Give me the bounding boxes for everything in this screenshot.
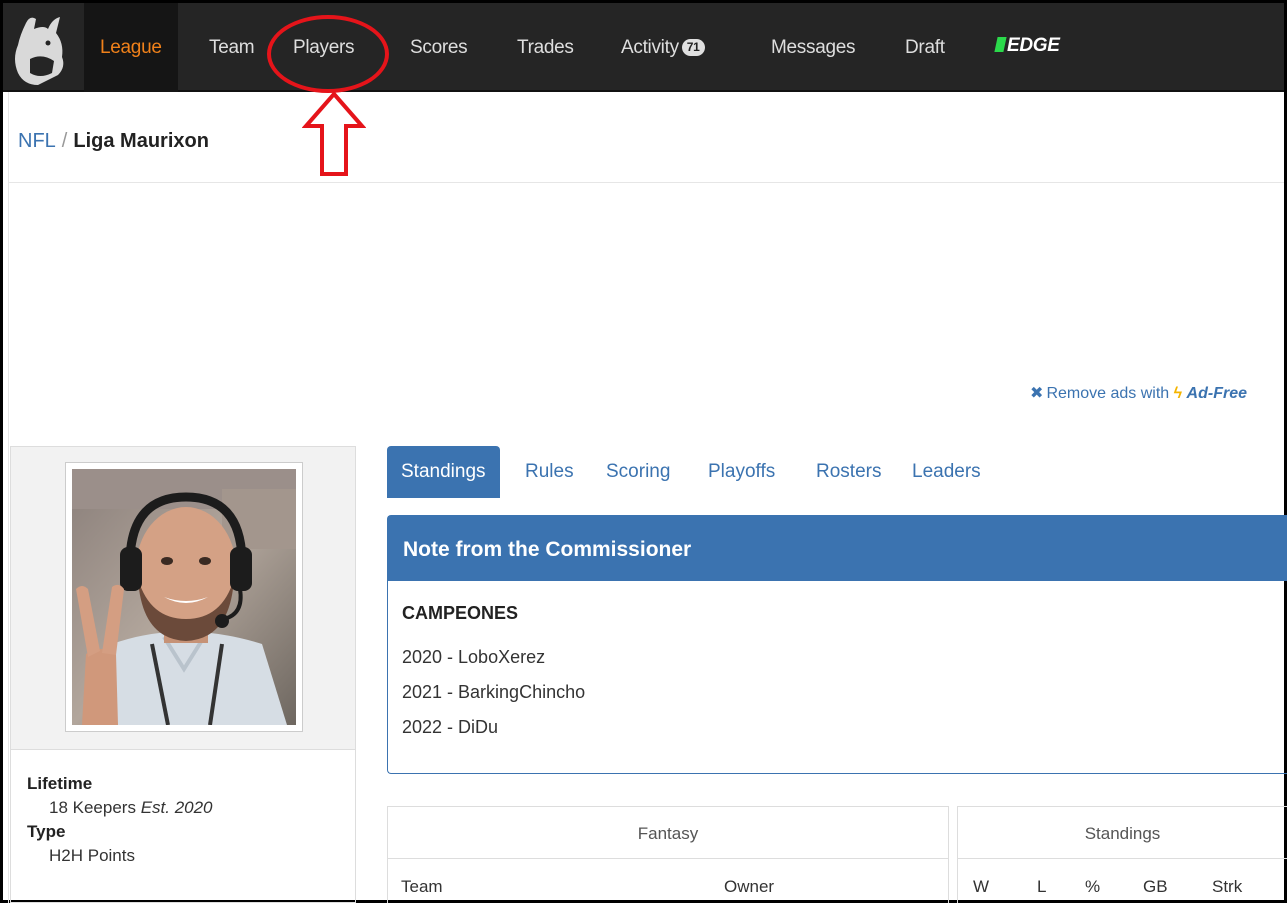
column-games-back[interactable]: GB — [1143, 877, 1168, 897]
league-avatar — [72, 469, 296, 726]
tab-scoring[interactable]: Scoring — [606, 446, 670, 498]
bolt-icon: ϟ — [1173, 385, 1183, 402]
league-photo-area — [11, 447, 355, 750]
close-icon: ✖ — [1030, 385, 1044, 402]
breadcrumb-separator: / — [61, 130, 68, 152]
standings-table-header: Standings W L % GB Strk — [957, 806, 1287, 903]
nav-league[interactable]: League — [84, 3, 178, 92]
header-divider — [8, 182, 1284, 183]
champion-line: 2022 - DiDu — [402, 717, 499, 737]
nav-scores-label: Scores — [410, 37, 468, 58]
breadcrumb-nfl-link[interactable]: NFL — [18, 130, 56, 152]
nav-messages-label: Messages — [771, 37, 856, 58]
fantasy-group-header: Fantasy — [388, 807, 948, 859]
edge-logo-icon — [994, 37, 1007, 52]
column-team[interactable]: Team — [401, 877, 443, 897]
league-info: Lifetime 18 Keepers Est. 2020 Type H2H P… — [27, 772, 213, 868]
nav-activity-label: Activity — [621, 37, 679, 58]
column-streak[interactable]: Strk — [1212, 877, 1242, 897]
nav-team[interactable]: Team — [209, 3, 255, 92]
champion-line: 2020 - LoboXerez — [402, 647, 546, 667]
ad-free-label: Ad-Free — [1186, 385, 1247, 402]
remove-ads-link[interactable]: ✖ Remove ads with ϟ Ad-Free — [1030, 383, 1247, 403]
column-owner[interactable]: Owner — [724, 877, 774, 897]
annotation-circle — [267, 15, 389, 93]
lifetime-value: 18 Keepers Est. 2020 — [27, 796, 213, 820]
league-logo-icon[interactable] — [8, 15, 70, 87]
commissioner-heading: CAMPEONES — [402, 603, 519, 623]
nav-messages[interactable]: Messages — [771, 3, 856, 92]
column-wins[interactable]: W — [973, 877, 989, 897]
tab-rosters[interactable]: Rosters — [816, 446, 881, 498]
activity-count-badge: 71 — [681, 39, 705, 56]
champion-line: 2021 - BarkingChincho — [402, 682, 586, 702]
nav-team-label: Team — [209, 37, 255, 58]
nav-edge[interactable]: EDGE — [994, 1, 1060, 90]
top-navbar: League Team Players Scores Trades Activi… — [3, 3, 1284, 92]
established-year: Est. 2020 — [140, 798, 213, 817]
standings-group-header: Standings — [958, 807, 1287, 859]
tab-leaders[interactable]: Leaders — [912, 446, 981, 498]
type-value: H2H Points — [49, 846, 135, 865]
nav-activity[interactable]: Activity 71 — [621, 3, 705, 92]
league-photo-frame — [65, 462, 303, 732]
column-percent[interactable]: % — [1085, 877, 1100, 897]
annotation-arrow-icon — [302, 92, 366, 176]
tab-playoffs[interactable]: Playoffs — [708, 446, 775, 498]
nav-draft-label: Draft — [905, 37, 945, 58]
lifetime-label: Lifetime — [27, 774, 93, 793]
remove-ads-text: Remove ads with — [1046, 385, 1170, 402]
breadcrumb: NFL / Liga Maurixon — [18, 130, 209, 153]
nav-draft[interactable]: Draft — [905, 3, 945, 92]
nav-trades[interactable]: Trades — [517, 3, 574, 92]
type-label: Type — [27, 822, 66, 841]
commissioner-note-body: CAMPEONES 2020 - LoboXerez 2021 - Barkin… — [388, 581, 1287, 745]
fantasy-table-header: Fantasy Team Owner — [387, 806, 949, 903]
nav-edge-label: EDGE — [1007, 35, 1060, 56]
page-title: Liga Maurixon — [73, 130, 209, 152]
commissioner-note-title: Note from the Commissioner — [388, 516, 1287, 581]
content-left-border — [8, 92, 9, 903]
tab-standings[interactable]: Standings — [387, 446, 500, 498]
nav-trades-label: Trades — [517, 37, 574, 58]
keepers-count: 18 Keepers — [49, 798, 136, 817]
column-losses[interactable]: L — [1037, 877, 1046, 897]
nav-league-label: League — [100, 37, 162, 58]
league-sidebar: Lifetime 18 Keepers Est. 2020 Type H2H P… — [10, 446, 356, 903]
tab-rules[interactable]: Rules — [525, 446, 574, 498]
commissioner-note: Note from the Commissioner CAMPEONES 202… — [387, 515, 1287, 774]
nav-scores[interactable]: Scores — [410, 3, 468, 92]
